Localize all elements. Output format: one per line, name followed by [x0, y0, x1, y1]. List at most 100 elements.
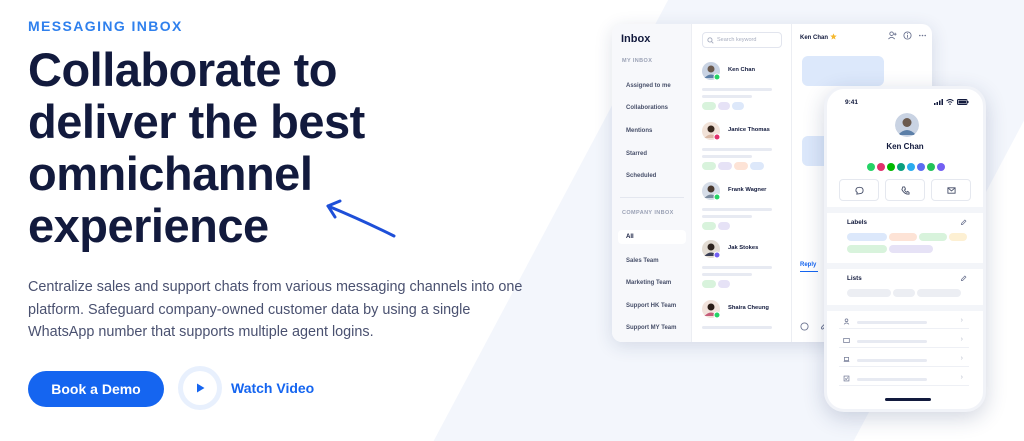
sms-icon — [927, 163, 935, 171]
more-icon[interactable] — [918, 31, 927, 40]
preview-line — [702, 208, 772, 211]
label-pill — [702, 222, 716, 230]
sidebar-item-starred[interactable]: Starred — [626, 151, 647, 157]
call-button[interactable] — [885, 179, 925, 201]
list-pill — [847, 289, 891, 297]
phone-time: 9:41 — [845, 99, 859, 106]
sidebar-item-sales[interactable]: Sales Team — [626, 258, 659, 264]
section-divider — [827, 305, 983, 311]
search-input[interactable]: Search keyword — [702, 32, 782, 48]
watch-video-link[interactable]: Watch Video — [178, 366, 314, 410]
avatar — [702, 240, 720, 258]
message-bubble — [802, 56, 884, 86]
id-card-icon — [843, 338, 850, 343]
chat-contact-name: Ken Chan — [800, 35, 829, 41]
avatar — [702, 122, 720, 140]
label-pill — [847, 233, 887, 241]
chat-header-actions — [888, 31, 927, 40]
preview-line — [702, 215, 752, 218]
preview-line — [702, 155, 752, 158]
play-button[interactable] — [178, 366, 222, 410]
detail-row[interactable]: › — [839, 353, 969, 367]
labels-card: Labels — [835, 213, 975, 267]
label-pill — [702, 162, 716, 170]
book-demo-button[interactable]: Book a Demo — [28, 371, 164, 407]
sidebar-item-marketing[interactable]: Marketing Team — [626, 280, 671, 286]
email-button[interactable] — [931, 179, 971, 201]
edit-icon[interactable] — [960, 219, 967, 226]
my-inbox-label: MY INBOX — [622, 58, 653, 64]
sidebar-item-collaborations[interactable]: Collaborations — [626, 105, 668, 111]
detail-row[interactable]: › — [839, 315, 969, 329]
reply-tab[interactable]: Reply — [800, 262, 816, 268]
label-pill — [889, 233, 917, 241]
search-placeholder: Search keyword — [717, 37, 757, 43]
mail-icon — [946, 186, 956, 194]
detail-line — [857, 359, 927, 362]
company-inbox-label: COMPANY INBOX — [622, 210, 674, 216]
chat-button[interactable] — [839, 179, 879, 201]
label-pill — [750, 162, 764, 170]
contact-name: Jak Stokes — [728, 245, 759, 251]
sidebar-item-support-my[interactable]: Support MY Team — [626, 325, 676, 331]
whatsapp-icon — [867, 163, 875, 171]
detail-line — [857, 321, 927, 324]
info-icon[interactable] — [903, 31, 912, 40]
headline-line-4: experience — [28, 199, 269, 252]
detail-row[interactable]: › — [839, 372, 969, 386]
avatar — [702, 62, 720, 80]
wifi-icon — [946, 99, 954, 105]
preview-line — [702, 95, 752, 98]
headline-line-2: deliver the best — [28, 95, 365, 148]
phone-mockup: 9:41 Ken Chan Labels Lists › › › › — [824, 86, 986, 412]
headline-line-1: Collaborate to — [28, 43, 337, 96]
list-pill — [893, 289, 915, 297]
signal-icon — [934, 99, 943, 105]
reply-tab-indicator — [800, 271, 818, 272]
edit-icon[interactable] — [960, 275, 967, 282]
sidebar-item-all[interactable]: All — [618, 230, 686, 244]
headline-line-3: omnichannel — [28, 147, 313, 200]
conversation-list: Search keyword Ken Chan Janice Thomas Fr… — [692, 24, 792, 342]
hand-drawn-arrow-icon — [326, 199, 396, 238]
contact-name: Ken Chan — [728, 67, 756, 73]
channel-icons — [867, 163, 945, 171]
sidebar-item-support-hk[interactable]: Support HK Team — [626, 303, 676, 309]
contact-name: Shaira Cheung — [728, 305, 769, 311]
inbox-sidebar: Inbox MY INBOX Assigned to me Collaborat… — [612, 24, 692, 342]
section-eyebrow: MESSAGING INBOX — [28, 18, 183, 34]
play-button-inner — [183, 371, 217, 405]
instagram-icon — [877, 163, 885, 171]
watch-video-label[interactable]: Watch Video — [231, 380, 314, 396]
hero-section: MESSAGING INBOX Collaborate to deliver t… — [28, 0, 588, 441]
label-pill — [702, 280, 716, 288]
sidebar-item-scheduled[interactable]: Scheduled — [626, 173, 656, 179]
star-icon — [829, 33, 837, 40]
label-pill — [919, 233, 947, 241]
user-icon — [843, 318, 850, 325]
messenger-icon — [917, 163, 925, 171]
wechat-icon — [897, 163, 905, 171]
preview-line — [702, 326, 772, 329]
label-pill — [718, 222, 730, 230]
sidebar-item-assigned[interactable]: Assigned to me — [626, 83, 671, 89]
phone-icon — [900, 185, 910, 195]
list-pill — [917, 289, 961, 297]
sidebar-divider — [620, 197, 684, 198]
search-icon — [707, 36, 714, 44]
chevron-right-icon: › — [960, 336, 963, 343]
chat-header: Ken Chan — [800, 33, 837, 41]
detail-row[interactable]: › — [839, 334, 969, 348]
telegram-icon — [907, 163, 915, 171]
home-indicator — [885, 398, 931, 401]
checklist-icon — [843, 375, 850, 382]
sidebar-item-mentions[interactable]: Mentions — [626, 128, 652, 134]
label-pill — [889, 245, 933, 253]
label-pill — [718, 280, 730, 288]
label-pill — [734, 162, 748, 170]
whatsapp-icon — [800, 322, 809, 331]
hero-description: Centralize sales and support chats from … — [28, 279, 523, 340]
add-user-icon[interactable] — [888, 31, 897, 40]
detail-line — [857, 378, 927, 381]
line-icon — [887, 163, 895, 171]
